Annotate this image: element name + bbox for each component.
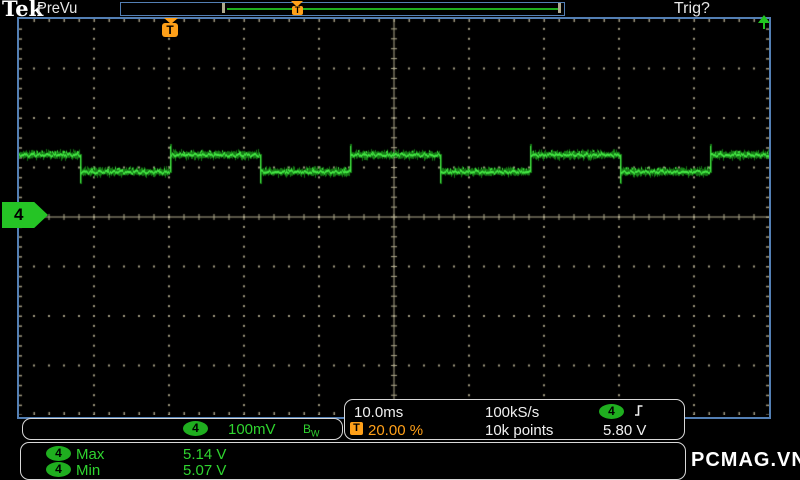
rising-edge-slope-icon bbox=[635, 405, 643, 416]
record-view-bar[interactable]: T bbox=[120, 1, 565, 16]
trigger-level-label: 5.80 V bbox=[603, 422, 647, 439]
trigger-level-offscreen-arrow-icon bbox=[758, 15, 771, 29]
bandwidth-limit-indicator: BW bbox=[303, 422, 320, 441]
acquisition-mode-label: PreVu bbox=[37, 0, 78, 17]
channel-4-badge: 4 bbox=[46, 462, 71, 477]
channel-4-badge: 4 bbox=[183, 421, 208, 436]
record-length-label: 10k points bbox=[485, 422, 554, 439]
channel-4-marker-label: 4 bbox=[14, 205, 24, 224]
measurement-name: Min bbox=[76, 462, 101, 479]
sample-rate-label: 100kS/s bbox=[485, 404, 540, 421]
arrow-up-icon bbox=[758, 15, 770, 23]
trigger-t-icon: T bbox=[292, 6, 303, 15]
measurement-name: Max bbox=[76, 446, 105, 463]
measurements-box[interactable]: 4 Max 5.14 V 4 Min 5.07 V bbox=[20, 442, 686, 480]
record-view-waveform-line bbox=[227, 8, 558, 10]
waveform-display[interactable] bbox=[19, 19, 769, 415]
trigger-t-icon: T bbox=[162, 23, 178, 37]
bw-b: B bbox=[303, 422, 312, 436]
trigger-status-label: Trig? bbox=[674, 0, 710, 17]
record-view-trigger-icon[interactable]: T bbox=[290, 1, 304, 15]
trigger-t-icon: T bbox=[350, 422, 363, 435]
channel-4-badge: 4 bbox=[46, 446, 71, 461]
trigger-position-label: 20.00 % bbox=[368, 422, 424, 439]
channel-4-readout-box[interactable]: 4 100mV BW bbox=[22, 418, 343, 440]
record-view-left-bracket bbox=[222, 3, 225, 13]
trigger-position-marker[interactable]: T bbox=[162, 18, 180, 38]
measurement-value: 5.07 V bbox=[183, 462, 227, 479]
time-per-division-label: 10.0ms bbox=[354, 404, 404, 421]
arrow-stem bbox=[763, 23, 765, 29]
horizontal-trigger-readout-box[interactable]: 10.0ms 100kS/s 4 T 20.00 % 10k points 5.… bbox=[344, 399, 685, 440]
pcmag-watermark: PCMAG.VN bbox=[691, 449, 800, 471]
measurement-value: 5.14 V bbox=[183, 446, 227, 463]
bw-w: W bbox=[311, 428, 320, 439]
record-view-right-bracket bbox=[558, 3, 561, 13]
trigger-source-badge: 4 bbox=[599, 404, 624, 419]
channel-scale-label: 100mV bbox=[228, 421, 276, 438]
oscilloscope-screen: Tek PreVu Trig? T T 4 4 100mV BW 10.0ms … bbox=[0, 0, 800, 480]
